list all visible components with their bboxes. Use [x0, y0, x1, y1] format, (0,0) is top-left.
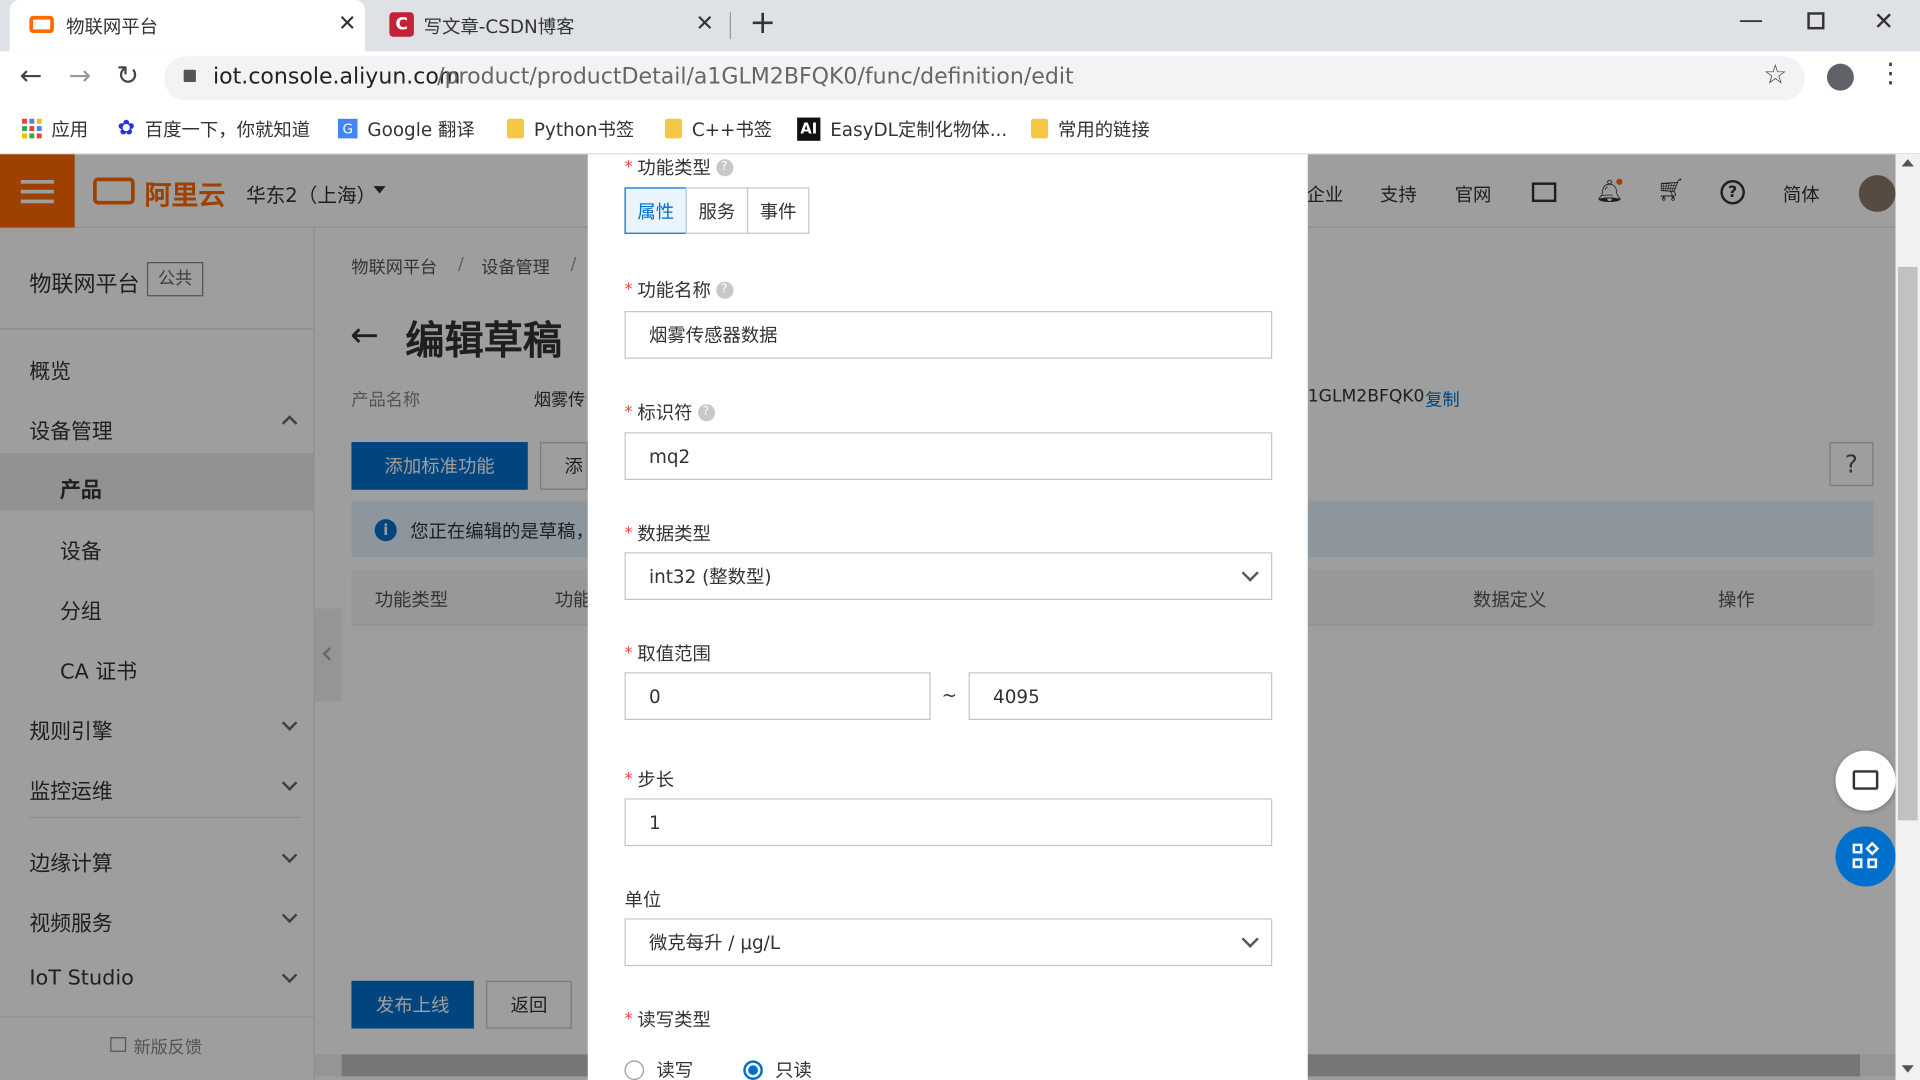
- chevron-down-icon: [1241, 930, 1259, 948]
- help-icon[interactable]: ?: [715, 281, 733, 299]
- minimize-icon[interactable]: —: [1739, 5, 1763, 34]
- range-max-input[interactable]: 4095: [968, 672, 1273, 721]
- rw-type-label: 读写类型: [637, 1008, 711, 1032]
- func-name-label: 功能名称: [637, 279, 711, 302]
- bookmark-common-links[interactable]: 常用的链接: [1031, 113, 1150, 145]
- radio-read-only[interactable]: 只读: [743, 1057, 812, 1080]
- range-min-input[interactable]: 0: [624, 672, 931, 721]
- bookmark-cpp[interactable]: C++书签: [664, 113, 773, 145]
- star-icon[interactable]: ☆: [1763, 60, 1787, 91]
- forward-icon[interactable]: →: [69, 61, 92, 92]
- bookmark-python[interactable]: Python书签: [506, 113, 635, 145]
- func-type-label-row: * 功能类型 ?: [624, 154, 733, 180]
- apps-grid-icon: [22, 118, 42, 139]
- close-tab-icon[interactable]: ✕: [338, 11, 356, 37]
- data-type-select[interactable]: int32 (整数型): [624, 552, 1273, 601]
- step-input[interactable]: 1: [624, 798, 1273, 847]
- unit-select[interactable]: 微克每升 / μg/L: [624, 918, 1273, 967]
- bookmark-label: Google 翻译: [367, 118, 475, 141]
- tab-divider: [729, 12, 732, 40]
- radio-circle: [624, 1059, 645, 1080]
- scroll-down-arrow[interactable]: [1901, 1065, 1914, 1073]
- baidu-paw-icon: ✿: [117, 116, 136, 141]
- bookmark-label: 常用的链接: [1057, 118, 1150, 141]
- scrollbar-thumb[interactable]: [1897, 266, 1918, 821]
- tab-title: 写文章-CSDN博客: [423, 15, 575, 38]
- unit-label: 单位: [624, 888, 662, 912]
- unit-value: 微克每升 / μg/L: [648, 931, 781, 954]
- grid-icon: [1852, 843, 1863, 854]
- data-type-value: int32 (整数型): [648, 565, 772, 588]
- radio-label: 读写: [656, 1059, 694, 1080]
- bookmark-label: C++书签: [691, 118, 773, 141]
- identifier-label-row: * 标识符 ?: [624, 399, 715, 425]
- folder-icon: [1031, 118, 1049, 139]
- help-icon[interactable]: ?: [715, 158, 733, 176]
- vertical-scrollbar[interactable]: [1895, 154, 1920, 1080]
- bookmark-label: 应用: [51, 118, 89, 141]
- reload-icon[interactable]: ↻: [116, 61, 139, 92]
- scroll-up-arrow[interactable]: [1901, 159, 1914, 167]
- tab-csdn[interactable]: C 写文章-CSDN博客 ✕: [375, 0, 730, 51]
- new-tab-icon[interactable]: +: [749, 5, 776, 42]
- url-path: /product/productDetail/a1GLM2BFQK0/func/…: [437, 63, 1074, 90]
- translate-icon: G: [337, 118, 358, 139]
- bookmark-google-translate[interactable]: G Google 翻译: [337, 113, 475, 145]
- bookmark-apps[interactable]: 应用: [22, 113, 88, 145]
- radio-read-write[interactable]: 读写: [624, 1057, 693, 1080]
- apps-button[interactable]: [1835, 826, 1896, 887]
- bookmark-label: Python书签: [533, 118, 635, 141]
- bookmark-easydl[interactable]: AI EasyDL定制化物体...: [797, 113, 1007, 145]
- csdn-logo-icon: C: [389, 12, 414, 37]
- radio-label: 只读: [775, 1059, 812, 1080]
- bookmark-label: EasyDL定制化物体...: [830, 118, 1008, 141]
- func-type-service[interactable]: 服务: [685, 187, 749, 234]
- step-label: 步长: [637, 768, 675, 792]
- range-separator: ~: [941, 684, 958, 707]
- radio-circle-selected: [743, 1059, 763, 1080]
- bookmark-baidu[interactable]: ✿ 百度一下，你就知道: [118, 113, 311, 145]
- folder-icon: [664, 118, 683, 139]
- restore-icon[interactable]: [1807, 12, 1825, 30]
- func-name-input[interactable]: 烟雾传感器数据: [624, 311, 1273, 359]
- identifier-input[interactable]: mq2: [624, 432, 1273, 481]
- func-type-event[interactable]: 事件: [746, 187, 810, 234]
- func-type-label: 功能类型: [637, 156, 711, 179]
- range-label: 取值范围: [637, 642, 711, 665]
- bookmark-label: 百度一下，你就知道: [144, 118, 311, 141]
- tab-title: 物联网平台: [66, 15, 158, 38]
- func-type-property[interactable]: 属性: [624, 187, 687, 234]
- function-edit-dialog: * 功能类型 ? 属性 服务 事件 * 功能名称 ? 烟雾传感器数据 * 标识符…: [587, 154, 1308, 1080]
- menu-dots-icon[interactable]: ⋮: [1877, 59, 1904, 90]
- profile-icon[interactable]: [1826, 63, 1854, 91]
- func-name-label-row: * 功能名称 ?: [624, 277, 733, 303]
- back-icon[interactable]: ←: [20, 61, 43, 92]
- chevron-down-icon: [1241, 564, 1259, 582]
- folder-icon: [506, 118, 525, 139]
- chat-icon: [1852, 770, 1879, 790]
- window-close-icon[interactable]: ✕: [1873, 6, 1894, 35]
- step-label-row: * 步长: [624, 767, 674, 793]
- url-field[interactable]: iot.console.aliyun.com /product/productD…: [164, 56, 1805, 101]
- tab-iot-platform[interactable]: 物联网平台 ✕: [9, 0, 365, 52]
- help-icon[interactable]: ?: [697, 403, 715, 421]
- lock-icon: [183, 69, 196, 83]
- aliyun-logo-icon: [29, 15, 54, 34]
- chat-button[interactable]: [1835, 750, 1896, 811]
- identifier-label: 标识符: [637, 401, 693, 424]
- data-type-label-row: * 数据类型: [624, 520, 710, 546]
- ai-logo-icon: AI: [797, 116, 821, 141]
- close-tab-icon[interactable]: ✕: [696, 11, 714, 37]
- data-type-label: 数据类型: [637, 522, 711, 545]
- unit-label-row: 单位: [624, 887, 661, 913]
- rw-label-row: * 读写类型: [624, 1007, 710, 1033]
- url-host: iot.console.aliyun.com: [213, 63, 461, 90]
- range-label-row: * 取值范围: [624, 640, 710, 666]
